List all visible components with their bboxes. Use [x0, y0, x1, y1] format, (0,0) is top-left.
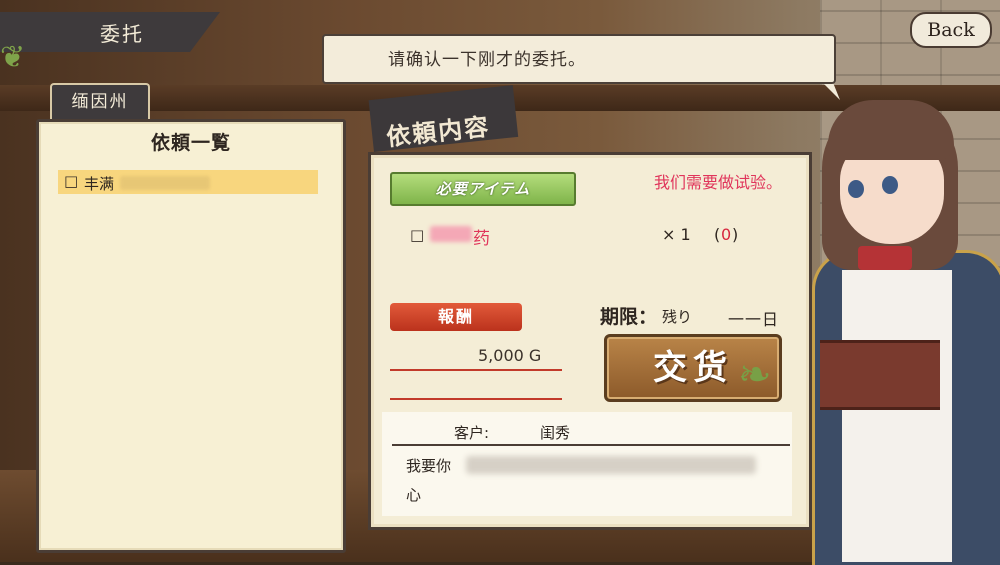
- required-items-badge: 必要アイテム: [390, 172, 576, 206]
- owned-paren-open: (: [714, 225, 721, 244]
- request-note: 我们需要做试验。: [654, 173, 783, 192]
- reward-badge: 報酬: [390, 303, 522, 331]
- speech-text: 请确认一下刚才的委托。: [388, 50, 586, 70]
- character-eye: [848, 180, 864, 198]
- character-collar: [858, 246, 912, 270]
- quest-list-item-label: 丰满: [84, 175, 115, 193]
- character-eye: [882, 176, 898, 194]
- owned-count: 0: [721, 225, 732, 244]
- vine-ornament-icon: ❦: [0, 40, 26, 75]
- location-tab[interactable]: 缅因州: [50, 83, 150, 119]
- checkbox-icon: □: [64, 172, 79, 190]
- screen-title: 委托: [100, 22, 144, 46]
- description-text: 我要你: [406, 457, 452, 475]
- deadline-remaining-label: 残り: [662, 308, 693, 326]
- owned-paren-close: ): [732, 225, 739, 244]
- character-dress: [842, 270, 952, 562]
- checkbox-icon: □: [410, 226, 425, 244]
- back-button[interactable]: Back: [910, 12, 992, 48]
- client-label: 客户:: [454, 424, 490, 442]
- divider: [390, 398, 562, 400]
- deadline-label: 期限：: [600, 306, 658, 328]
- character-corset: [820, 340, 940, 410]
- blurred-text: [430, 226, 472, 242]
- required-item-quantity: × 1: [662, 225, 691, 244]
- deadline-days: 一一日: [728, 310, 780, 329]
- quest-list-title: 依頼一覧: [150, 132, 231, 154]
- divider: [390, 369, 562, 371]
- client-name: 闺秀: [540, 424, 571, 442]
- divider: [392, 444, 790, 446]
- character-bangs: [828, 100, 954, 160]
- vine-ornament-icon: ❧: [738, 352, 772, 398]
- blurred-text: [466, 456, 756, 474]
- reward-value: 5,000 G: [478, 346, 542, 365]
- description-text: 心: [406, 486, 422, 504]
- required-item-name: 药: [473, 229, 490, 249]
- blurred-text: [120, 176, 210, 190]
